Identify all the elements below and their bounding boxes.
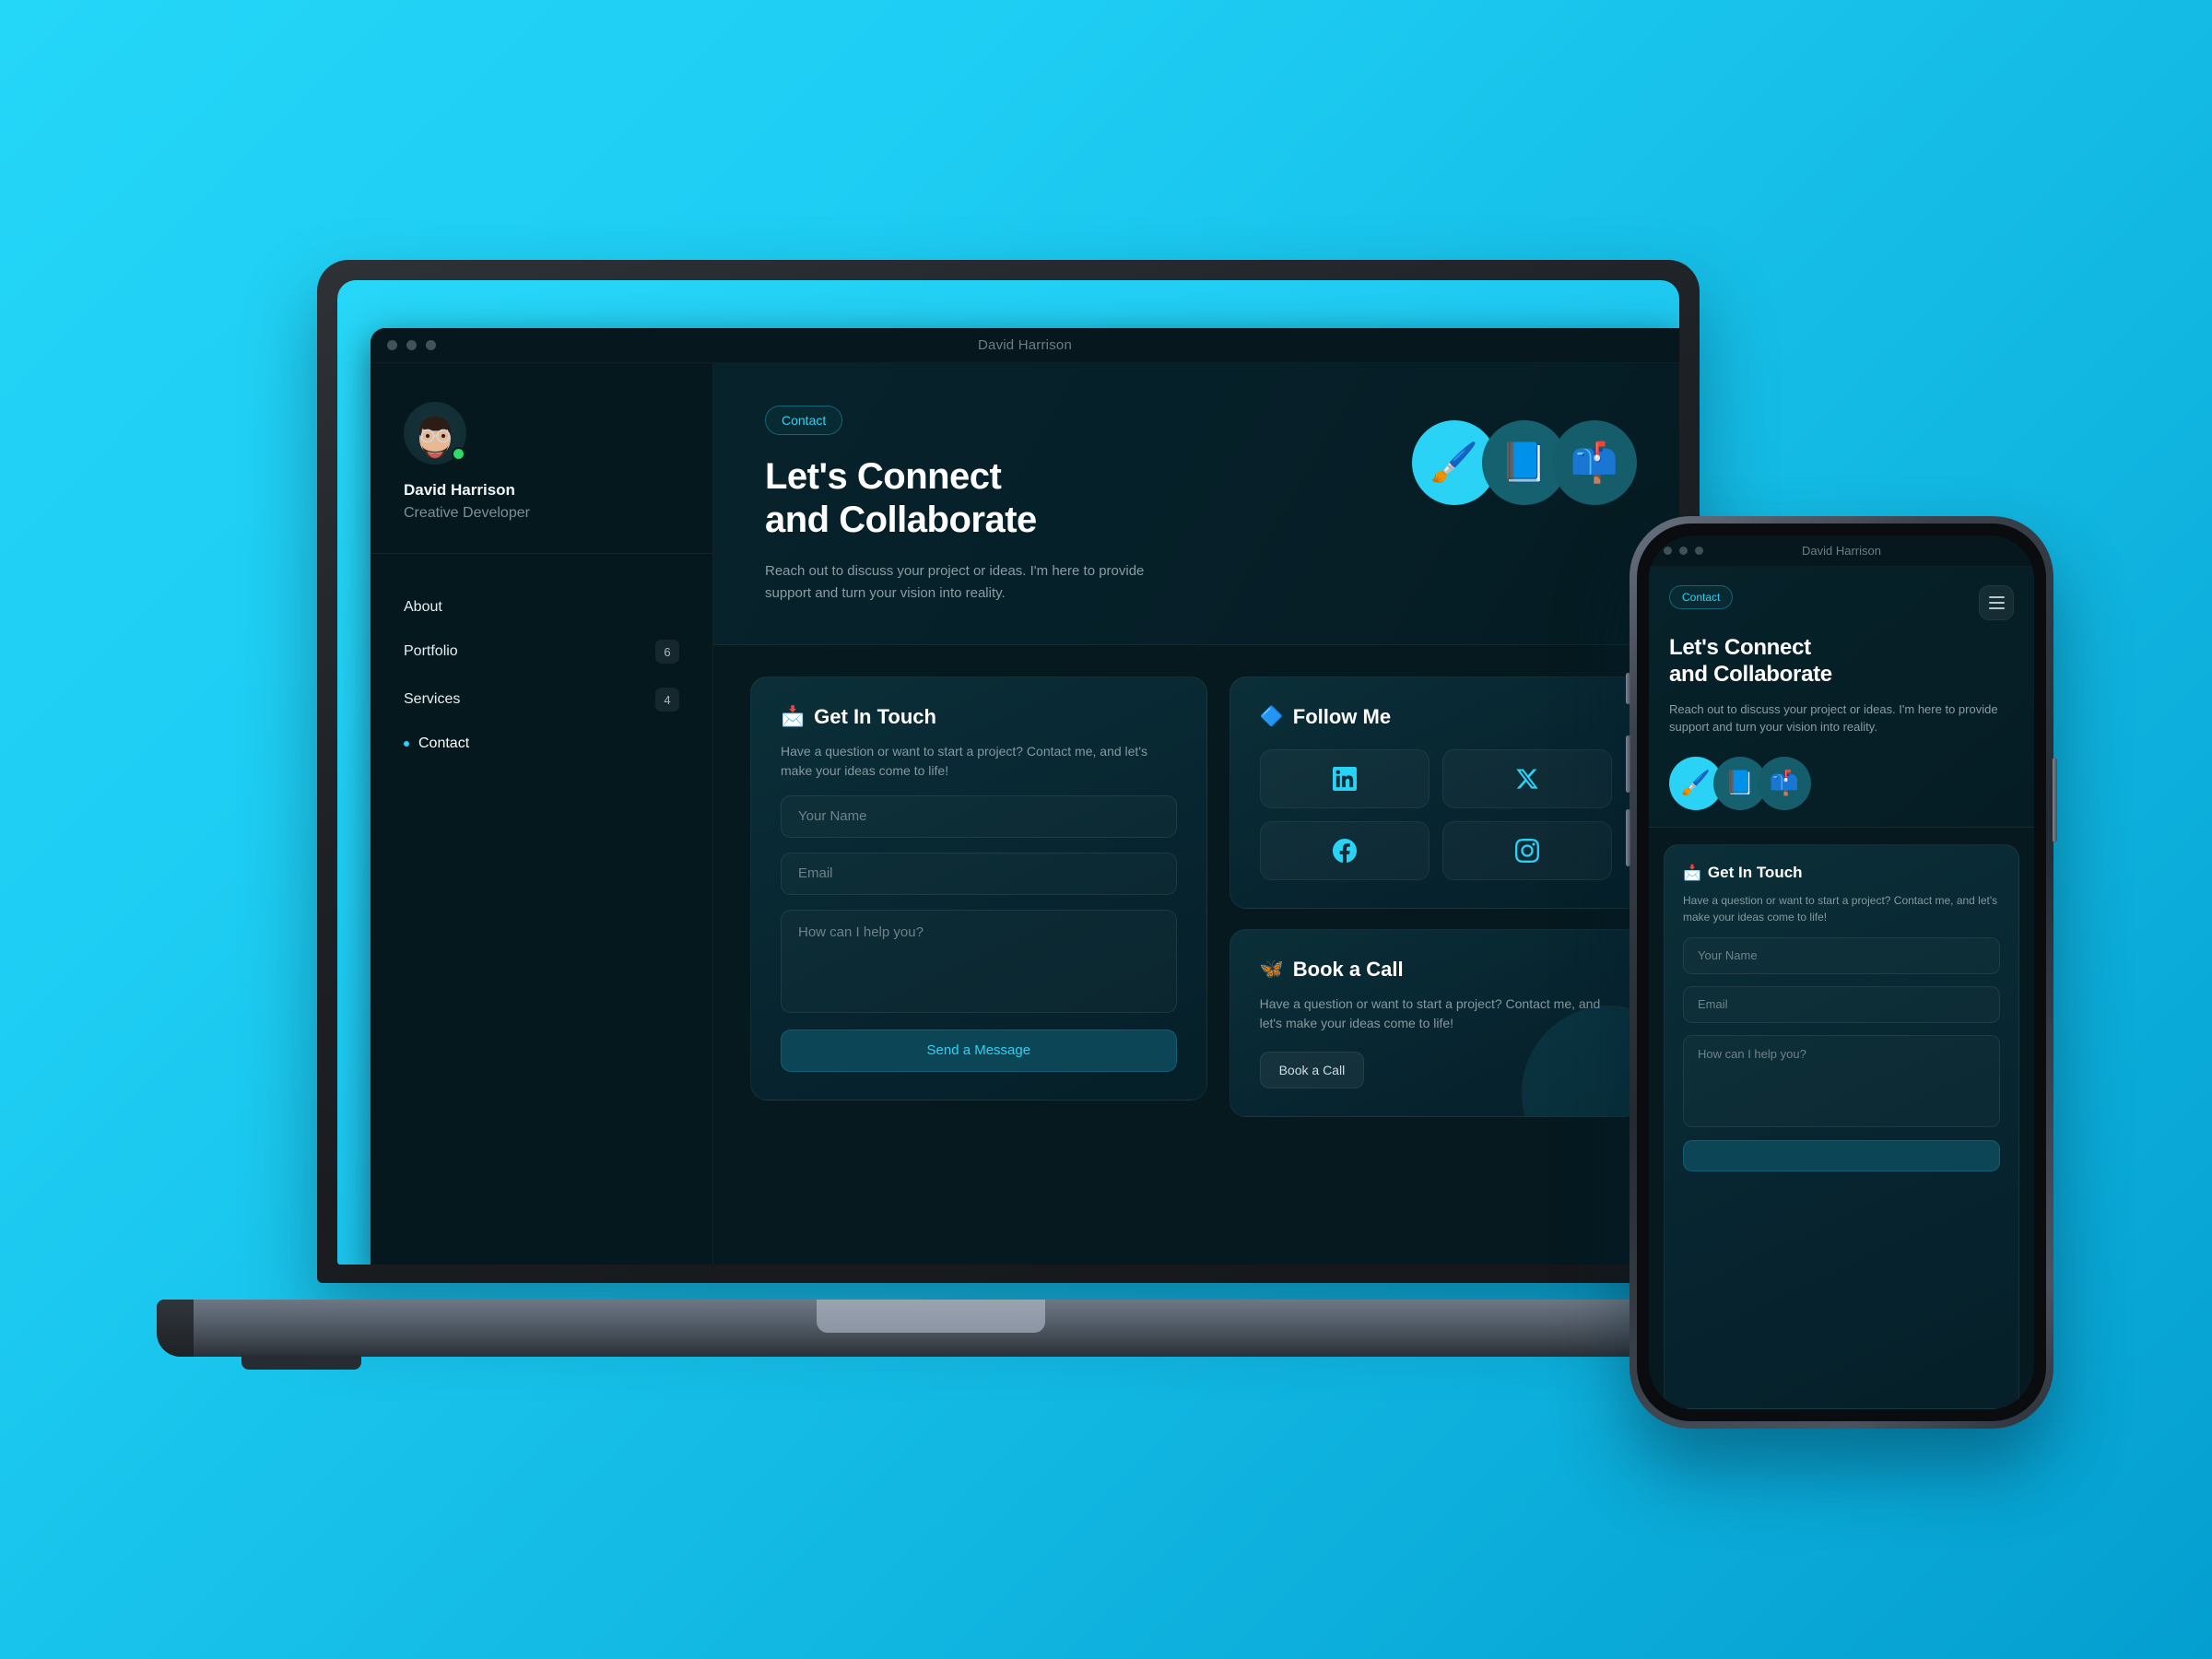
- desktop-app-window: David Harrison David Harrison Creative D…: [371, 328, 1679, 1265]
- follow-me-card: 🔷 Follow Me: [1229, 676, 1642, 909]
- email-input[interactable]: Email: [781, 852, 1177, 895]
- cards-area: 📩 Get In Touch Have a question or want t…: [713, 645, 1679, 1265]
- laptop-base: [157, 1300, 1705, 1370]
- sidebar-item-label: Services: [404, 691, 461, 707]
- window-body: David Harrison Creative Developer About …: [371, 363, 1679, 1265]
- x-twitter-link[interactable]: [1441, 748, 1612, 808]
- sidebar-item-services[interactable]: Services 4: [371, 676, 712, 724]
- phone-mockup: David Harrison Contact Let's Connect and…: [1626, 516, 2057, 1429]
- book-a-call-button[interactable]: Book a Call: [1259, 1051, 1365, 1088]
- contact-form-column: 📩 Get In Touch Have a question or want t…: [750, 676, 1207, 1265]
- instagram-icon: [1514, 838, 1539, 863]
- hamburger-line: [1988, 602, 2005, 604]
- phone-hero-section: Contact Let's Connect and Collaborate Re: [1649, 567, 2034, 828]
- hero-subtitle: Reach out to discuss your project or ide…: [765, 563, 1145, 601]
- social-links-grid: [1259, 748, 1612, 880]
- mailbox-icon: 📫: [1758, 756, 1811, 810]
- phone-silent-switch[interactable]: [1626, 673, 1630, 704]
- hero-section: Contact Let's Connect and Collaborate Re…: [713, 363, 1679, 645]
- follow-me-title: 🔷 Follow Me: [1260, 705, 1612, 729]
- profile-role: Creative Developer: [404, 505, 530, 521]
- book-a-call-title-text: Book a Call: [1292, 957, 1404, 981]
- phone-page-title-line1: Let's Connect: [1669, 635, 1811, 660]
- get-in-touch-description: Have a question or want to start a proje…: [781, 743, 1147, 778]
- phone-send-message-button[interactable]: [1683, 1139, 2000, 1171]
- phone-bezel: David Harrison Contact Let's Connect and…: [1637, 524, 2046, 1421]
- incoming-envelope-icon: 📩: [781, 705, 806, 727]
- sidebar-item-label: Contact: [418, 735, 470, 751]
- laptop-mockup: David Harrison David Harrison Creative D…: [157, 260, 1705, 1370]
- phone-email-input[interactable]: Email: [1683, 985, 2000, 1023]
- laptop-trackpad-notch: [817, 1300, 1045, 1333]
- get-in-touch-title-text: Get In Touch: [814, 704, 936, 728]
- phone-page-title-line2: and Collaborate: [1669, 661, 1832, 687]
- phone-card-area: 📩 Get In Touch Have a question or want t…: [1649, 828, 2034, 1409]
- linkedin-link[interactable]: [1259, 748, 1430, 808]
- sidebar-item-contact[interactable]: Contact: [371, 724, 712, 764]
- phone-window-title: David Harrison: [1802, 544, 1881, 558]
- hamburger-menu-icon[interactable]: [1979, 585, 2014, 620]
- sidebar-badge-services: 4: [655, 688, 679, 712]
- phone-volume-up-button[interactable]: [1626, 735, 1630, 793]
- laptop-foot: [241, 1355, 361, 1370]
- message-textarea[interactable]: How can I help you?: [781, 909, 1177, 1013]
- laptop-lid: David Harrison David Harrison Creative D…: [317, 260, 1700, 1283]
- phone-page-title: Let's Connect and Collaborate: [1669, 635, 2014, 688]
- get-in-touch-title: 📩 Get In Touch: [781, 705, 1177, 729]
- window-titlebar: David Harrison: [371, 328, 1679, 363]
- sidebar-item-label: Portfolio: [404, 643, 458, 659]
- phone-window-titlebar: David Harrison: [1649, 535, 2034, 567]
- phone-screen: David Harrison Contact Let's Connect and…: [1649, 535, 2034, 1409]
- phone-frame: David Harrison Contact Let's Connect and…: [1626, 516, 2057, 1429]
- blue-diamond-icon: 🔷: [1259, 705, 1284, 727]
- side-cards-column: 🔷 Follow Me 🦋 Book a Call Have a questio…: [1229, 676, 1642, 1265]
- follow-me-title-text: Follow Me: [1292, 704, 1392, 728]
- sidebar-nav: About Portfolio 6 Services 4 Contact: [371, 554, 712, 764]
- hamburger-line: [1988, 607, 2005, 609]
- phone-message-textarea[interactable]: How can I help you?: [1683, 1034, 2000, 1127]
- hero-icon-cluster: 🖌️ 📘 📫: [1412, 420, 1637, 505]
- butterfly-icon: 🦋: [1259, 958, 1284, 980]
- instagram-link[interactable]: [1441, 820, 1612, 880]
- laptop-bezel: David Harrison David Harrison Creative D…: [337, 280, 1679, 1265]
- main-content: Contact Let's Connect and Collaborate Re…: [713, 363, 1679, 1265]
- mailbox-icon: 📫: [1552, 420, 1637, 505]
- phone-get-in-touch-title: 📩 Get In Touch: [1683, 864, 2000, 882]
- profile-block: David Harrison Creative Developer: [371, 363, 712, 554]
- phone-hero-toprow: Contact: [1669, 585, 2014, 620]
- avatar[interactable]: [404, 402, 466, 465]
- phone-get-in-touch-card: 📩 Get In Touch Have a question or want t…: [1664, 843, 2019, 1409]
- name-input[interactable]: Your Name: [781, 794, 1177, 838]
- phone-get-in-touch-description: Have a question or want to start a proje…: [1683, 893, 1998, 924]
- facebook-icon: [1332, 838, 1357, 863]
- phone-power-button[interactable]: [2053, 758, 2057, 842]
- book-a-call-card: 🦋 Book a Call Have a question or want to…: [1229, 928, 1642, 1117]
- online-status-indicator: [452, 447, 465, 461]
- page-title-line1: Let's Connect: [765, 456, 1002, 497]
- book-a-call-title: 🦋 Book a Call: [1260, 958, 1612, 982]
- hero-pill-badge: Contact: [765, 406, 843, 435]
- incoming-envelope-icon: 📩: [1683, 865, 1701, 881]
- send-message-button[interactable]: Send a Message: [781, 1029, 1177, 1072]
- phone-name-input[interactable]: Your Name: [1683, 936, 2000, 974]
- sidebar-item-label: About: [404, 599, 442, 615]
- sidebar: David Harrison Creative Developer About …: [371, 363, 713, 1265]
- phone-volume-down-button[interactable]: [1626, 809, 1630, 866]
- page-title-line2: and Collaborate: [765, 500, 1037, 541]
- phone-hero-subtitle: Reach out to discuss your project or ide…: [1669, 701, 1998, 735]
- profile-name: David Harrison: [404, 481, 515, 499]
- window-title: David Harrison: [978, 337, 1072, 353]
- sidebar-item-portfolio[interactable]: Portfolio 6: [371, 628, 712, 676]
- hamburger-line: [1988, 596, 2005, 598]
- phone-hero-icon-cluster: 🖌️ 📘 📫: [1669, 756, 2014, 810]
- facebook-link[interactable]: [1259, 820, 1430, 880]
- get-in-touch-card: 📩 Get In Touch Have a question or want t…: [750, 676, 1207, 1100]
- sidebar-badge-portfolio: 6: [655, 640, 679, 664]
- phone-body: Contact Let's Connect and Collaborate Re: [1649, 567, 2034, 1409]
- linkedin-icon: [1332, 766, 1357, 791]
- sidebar-item-about[interactable]: About: [371, 587, 712, 628]
- x-twitter-icon: [1516, 769, 1538, 789]
- phone-get-in-touch-title-text: Get In Touch: [1707, 863, 1803, 881]
- phone-hero-pill-badge: Contact: [1669, 585, 1734, 609]
